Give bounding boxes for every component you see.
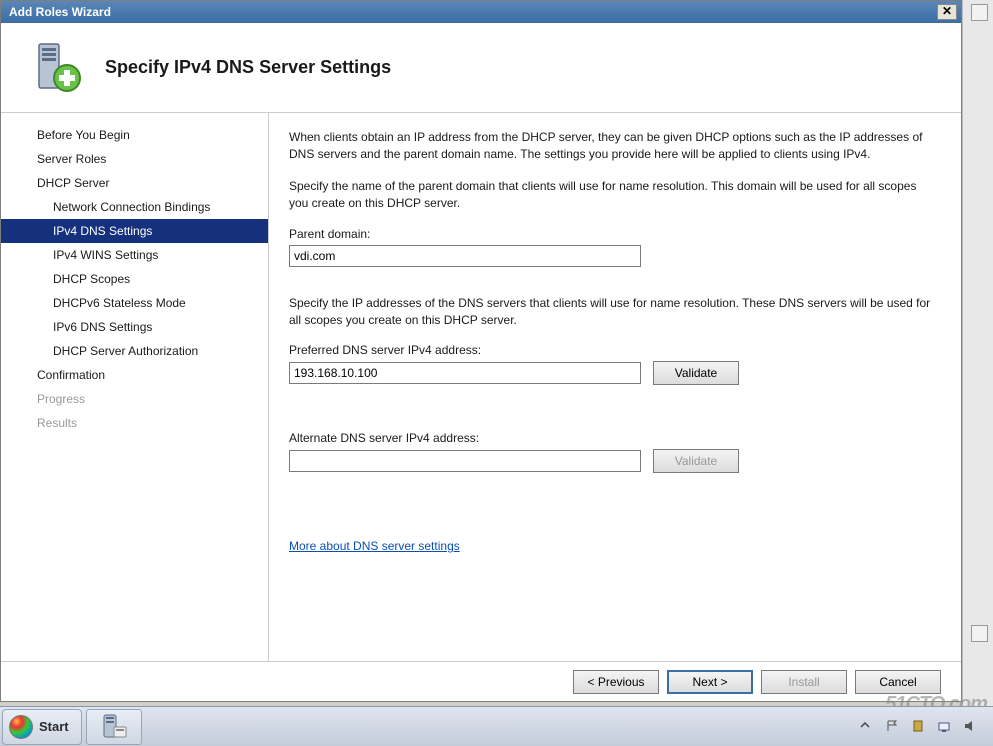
wizard-header: Specify IPv4 DNS Server Settings: [1, 23, 961, 113]
next-button[interactable]: Next >: [667, 670, 753, 694]
intro-text-1: When clients obtain an IP address from t…: [289, 129, 935, 164]
alternate-dns-input[interactable]: [289, 450, 641, 472]
wizard-step-list: Before You Begin Server Roles DHCP Serve…: [1, 113, 269, 661]
validate-preferred-button[interactable]: Validate: [653, 361, 739, 385]
background-scrollbar[interactable]: [962, 0, 993, 706]
close-button[interactable]: ✕: [937, 4, 957, 20]
nav-ipv6-dns-settings[interactable]: IPv6 DNS Settings: [1, 315, 268, 339]
nav-dhcpv6-stateless-mode[interactable]: DHCPv6 Stateless Mode: [1, 291, 268, 315]
nav-confirmation[interactable]: Confirmation: [1, 363, 268, 387]
nav-server-roles[interactable]: Server Roles: [1, 147, 268, 171]
previous-button[interactable]: < Previous: [573, 670, 659, 694]
nav-before-you-begin[interactable]: Before You Begin: [1, 123, 268, 147]
cancel-button[interactable]: Cancel: [855, 670, 941, 694]
nav-ipv4-dns-settings[interactable]: IPv4 DNS Settings: [1, 219, 268, 243]
nav-dhcp-server[interactable]: DHCP Server: [1, 171, 268, 195]
nav-ipv4-wins-settings[interactable]: IPv4 WINS Settings: [1, 243, 268, 267]
parent-domain-label: Parent domain:: [289, 227, 935, 241]
wizard-window: Add Roles Wizard ✕ Specify IPv4 DNS Serv…: [0, 0, 962, 702]
validate-alternate-button: Validate: [653, 449, 739, 473]
start-button[interactable]: Start: [2, 709, 82, 745]
intro-text-2: Specify the name of the parent domain th…: [289, 178, 935, 213]
start-label: Start: [39, 719, 69, 734]
preferred-dns-label: Preferred DNS server IPv4 address:: [289, 343, 935, 357]
server-role-icon: [29, 40, 85, 96]
volume-icon[interactable]: [963, 719, 979, 735]
nav-results: Results: [1, 411, 268, 435]
nav-network-connection-bindings[interactable]: Network Connection Bindings: [1, 195, 268, 219]
titlebar: Add Roles Wizard ✕: [1, 1, 961, 23]
show-hidden-icons-icon[interactable]: [859, 719, 875, 735]
intro-text-3: Specify the IP addresses of the DNS serv…: [289, 295, 935, 330]
parent-domain-input[interactable]: [289, 245, 641, 267]
taskbar-item-server-manager[interactable]: [86, 709, 142, 745]
alternate-dns-label: Alternate DNS server IPv4 address:: [289, 431, 935, 445]
windows-orb-icon: [9, 715, 33, 739]
nav-dhcp-server-authorization[interactable]: DHCP Server Authorization: [1, 339, 268, 363]
taskbar: Start: [0, 706, 993, 746]
network-icon[interactable]: [937, 719, 953, 735]
flag-icon[interactable]: [885, 719, 901, 735]
nav-progress: Progress: [1, 387, 268, 411]
server-manager-icon: [100, 713, 128, 741]
page-heading: Specify IPv4 DNS Server Settings: [105, 57, 391, 78]
system-tray: [859, 719, 993, 735]
window-title: Add Roles Wizard: [5, 5, 937, 19]
nav-dhcp-scopes[interactable]: DHCP Scopes: [1, 267, 268, 291]
more-about-dns-link[interactable]: More about DNS server settings: [289, 539, 460, 553]
wizard-content: When clients obtain an IP address from t…: [269, 113, 961, 661]
install-button: Install: [761, 670, 847, 694]
preferred-dns-input[interactable]: [289, 362, 641, 384]
server-tray-icon[interactable]: [911, 719, 927, 735]
wizard-footer: < Previous Next > Install Cancel: [1, 661, 961, 701]
